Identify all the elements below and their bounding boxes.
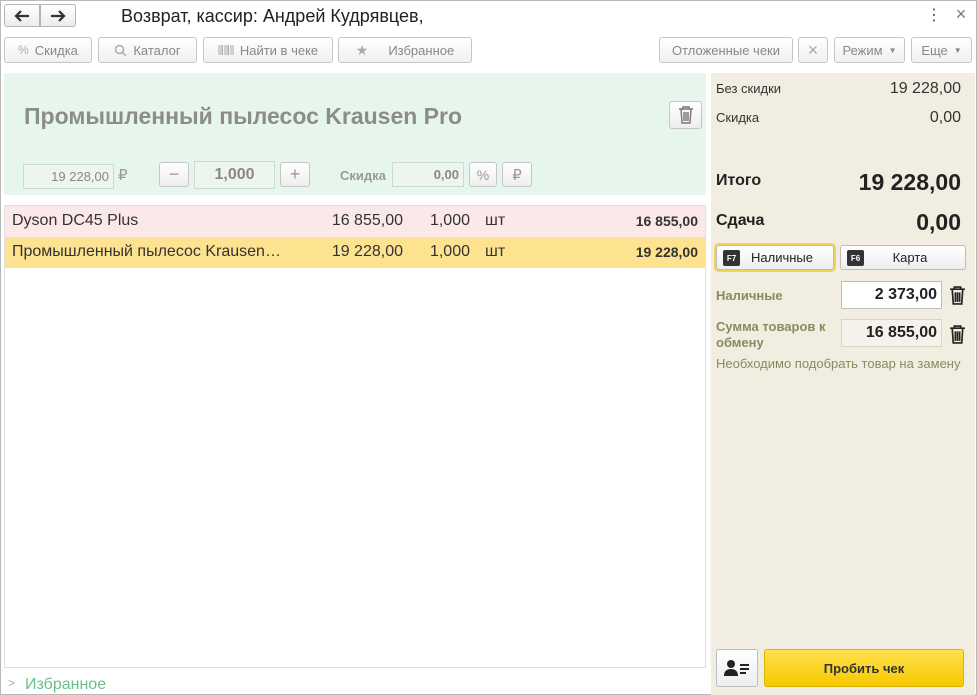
arrow-left-icon xyxy=(14,9,29,22)
cash-amount-label: Наличные xyxy=(716,288,783,303)
discount-ruble-button[interactable]: ₽ xyxy=(502,162,532,187)
ruble-icon: ₽ xyxy=(512,166,522,184)
item-quantity: 1,000 xyxy=(429,212,470,229)
catalog-button-label: Каталог xyxy=(133,42,181,58)
product-price-field[interactable]: 19 228,00 xyxy=(23,164,114,189)
find-in-receipt-label: Найти в чеке xyxy=(239,42,319,58)
back-button[interactable] xyxy=(4,4,40,27)
arrow-right-icon xyxy=(51,9,66,22)
plus-icon: + xyxy=(289,164,301,184)
product-title: Промышленный пылесос Krausen Pro xyxy=(24,103,463,129)
star-icon: ★ xyxy=(355,41,369,58)
item-price: 16 855,00 xyxy=(331,212,403,229)
percent-icon: % xyxy=(18,43,29,57)
increase-quantity-button[interactable]: + xyxy=(280,162,310,187)
table-row[interactable]: Промышленный пылесос Krausen Pro 19 228,… xyxy=(5,237,705,268)
change-label: Сдача xyxy=(716,212,765,229)
more-actions-button[interactable]: Еще ▼ xyxy=(911,37,972,63)
percent-icon: % xyxy=(476,166,490,183)
cash-register-window: Возврат, кассир: Андрей Кудрявцев, ⋮ × %… xyxy=(0,0,977,695)
close-icon: × xyxy=(807,39,819,60)
table-row[interactable]: Dyson DC45 Plus 16 855,00 1,000 шт 16 85… xyxy=(5,206,705,237)
mode-button-label: Режим xyxy=(842,42,883,58)
search-icon xyxy=(115,44,127,57)
discount-percent-button[interactable]: % xyxy=(469,162,497,187)
currency-symbol: ₽ xyxy=(118,167,128,184)
favorites-button-label: Избранное xyxy=(388,42,455,58)
discount-label: Скидка xyxy=(340,168,386,183)
forward-button[interactable] xyxy=(40,4,76,27)
cancel-receipt-button[interactable]: × xyxy=(798,37,828,63)
item-quantity: 1,000 xyxy=(429,243,470,260)
title-bar: Возврат, кассир: Андрей Кудрявцев, ⋮ × xyxy=(1,1,976,33)
item-price: 19 228,00 xyxy=(331,243,403,260)
more-menu-icon[interactable]: ⋮ xyxy=(926,6,942,24)
exchange-amount-label: Сумма товаров к обмену xyxy=(716,319,826,350)
chevron-right-icon: > xyxy=(8,676,16,690)
decrease-quantity-button[interactable]: − xyxy=(159,162,189,187)
chevron-down-icon: ▼ xyxy=(953,45,962,55)
item-unit: шт xyxy=(485,212,506,229)
customer-card-button[interactable] xyxy=(716,649,758,687)
change-value: 0,00 xyxy=(916,209,961,235)
discount-button[interactable]: % Скидка xyxy=(4,37,92,63)
window-title: Возврат, кассир: Андрей Кудрявцев, xyxy=(121,6,424,26)
item-unit: шт xyxy=(485,243,506,260)
catalog-button[interactable]: Каталог xyxy=(98,37,197,63)
trash-icon xyxy=(949,324,965,344)
chevron-down-icon: ▼ xyxy=(888,45,897,55)
barcode-icon xyxy=(218,45,234,55)
cash-amount-field[interactable]: 2 373,00 xyxy=(841,281,942,309)
quantity-field[interactable]: 1,000 xyxy=(194,161,275,189)
deferred-receipts-button[interactable]: Отложенные чеки xyxy=(659,37,793,63)
card-payment-button[interactable]: F6 Карта xyxy=(840,245,966,270)
customer-card-icon xyxy=(724,660,749,676)
hotkey-badge: F6 xyxy=(847,250,864,266)
exchange-note: Необходимо подобрать товар на замену xyxy=(716,356,961,371)
payment-panel: Без скидки 19 228,00 Скидка 0,00 Итого 1… xyxy=(711,73,975,695)
receipt-items-list: Dyson DC45 Plus 16 855,00 1,000 шт 16 85… xyxy=(4,205,706,667)
mode-menu-button[interactable]: Режим ▼ xyxy=(834,37,905,63)
item-sum: 19 228,00 xyxy=(635,244,698,260)
favorites-button[interactable]: ★ Избранное xyxy=(338,37,472,63)
find-in-receipt-button[interactable]: Найти в чеке xyxy=(203,37,333,63)
no-discount-label: Без скидки xyxy=(716,81,782,96)
print-receipt-button[interactable]: Пробить чек xyxy=(764,649,964,687)
discount-total-value: 0,00 xyxy=(929,109,961,126)
discount-field[interactable]: 0,00 xyxy=(392,162,464,187)
more-button-label: Еще xyxy=(921,42,948,58)
total-label: Итого xyxy=(716,172,762,189)
favorites-bar[interactable]: > Избранное xyxy=(4,667,706,695)
hotkey-badge: F7 xyxy=(723,250,740,266)
close-window-icon[interactable]: × xyxy=(952,5,970,23)
deferred-receipts-label: Отложенные чеки xyxy=(671,42,781,58)
trash-icon xyxy=(678,106,693,124)
total-value: 19 228,00 xyxy=(858,169,961,195)
trash-icon xyxy=(949,285,965,305)
current-product-panel: Промышленный пылесос Krausen Pro 19 228,… xyxy=(4,73,706,195)
discount-total-label: Скидка xyxy=(716,110,760,125)
delete-product-button[interactable] xyxy=(669,101,702,129)
clear-exchange-button[interactable] xyxy=(947,323,967,345)
favorites-bar-label: Избранное xyxy=(25,676,107,693)
exchange-amount-field: 16 855,00 xyxy=(841,319,942,347)
item-sum: 16 855,00 xyxy=(635,213,698,229)
no-discount-value: 19 228,00 xyxy=(889,80,961,97)
clear-cash-button[interactable] xyxy=(947,284,967,306)
item-name: Dyson DC45 Plus xyxy=(12,212,139,229)
item-name: Промышленный пылесос Krausen Pro xyxy=(12,243,282,260)
minus-icon: − xyxy=(168,164,180,184)
cash-payment-button[interactable]: F7 Наличные xyxy=(716,245,834,270)
discount-button-label: Скидка xyxy=(34,42,78,58)
